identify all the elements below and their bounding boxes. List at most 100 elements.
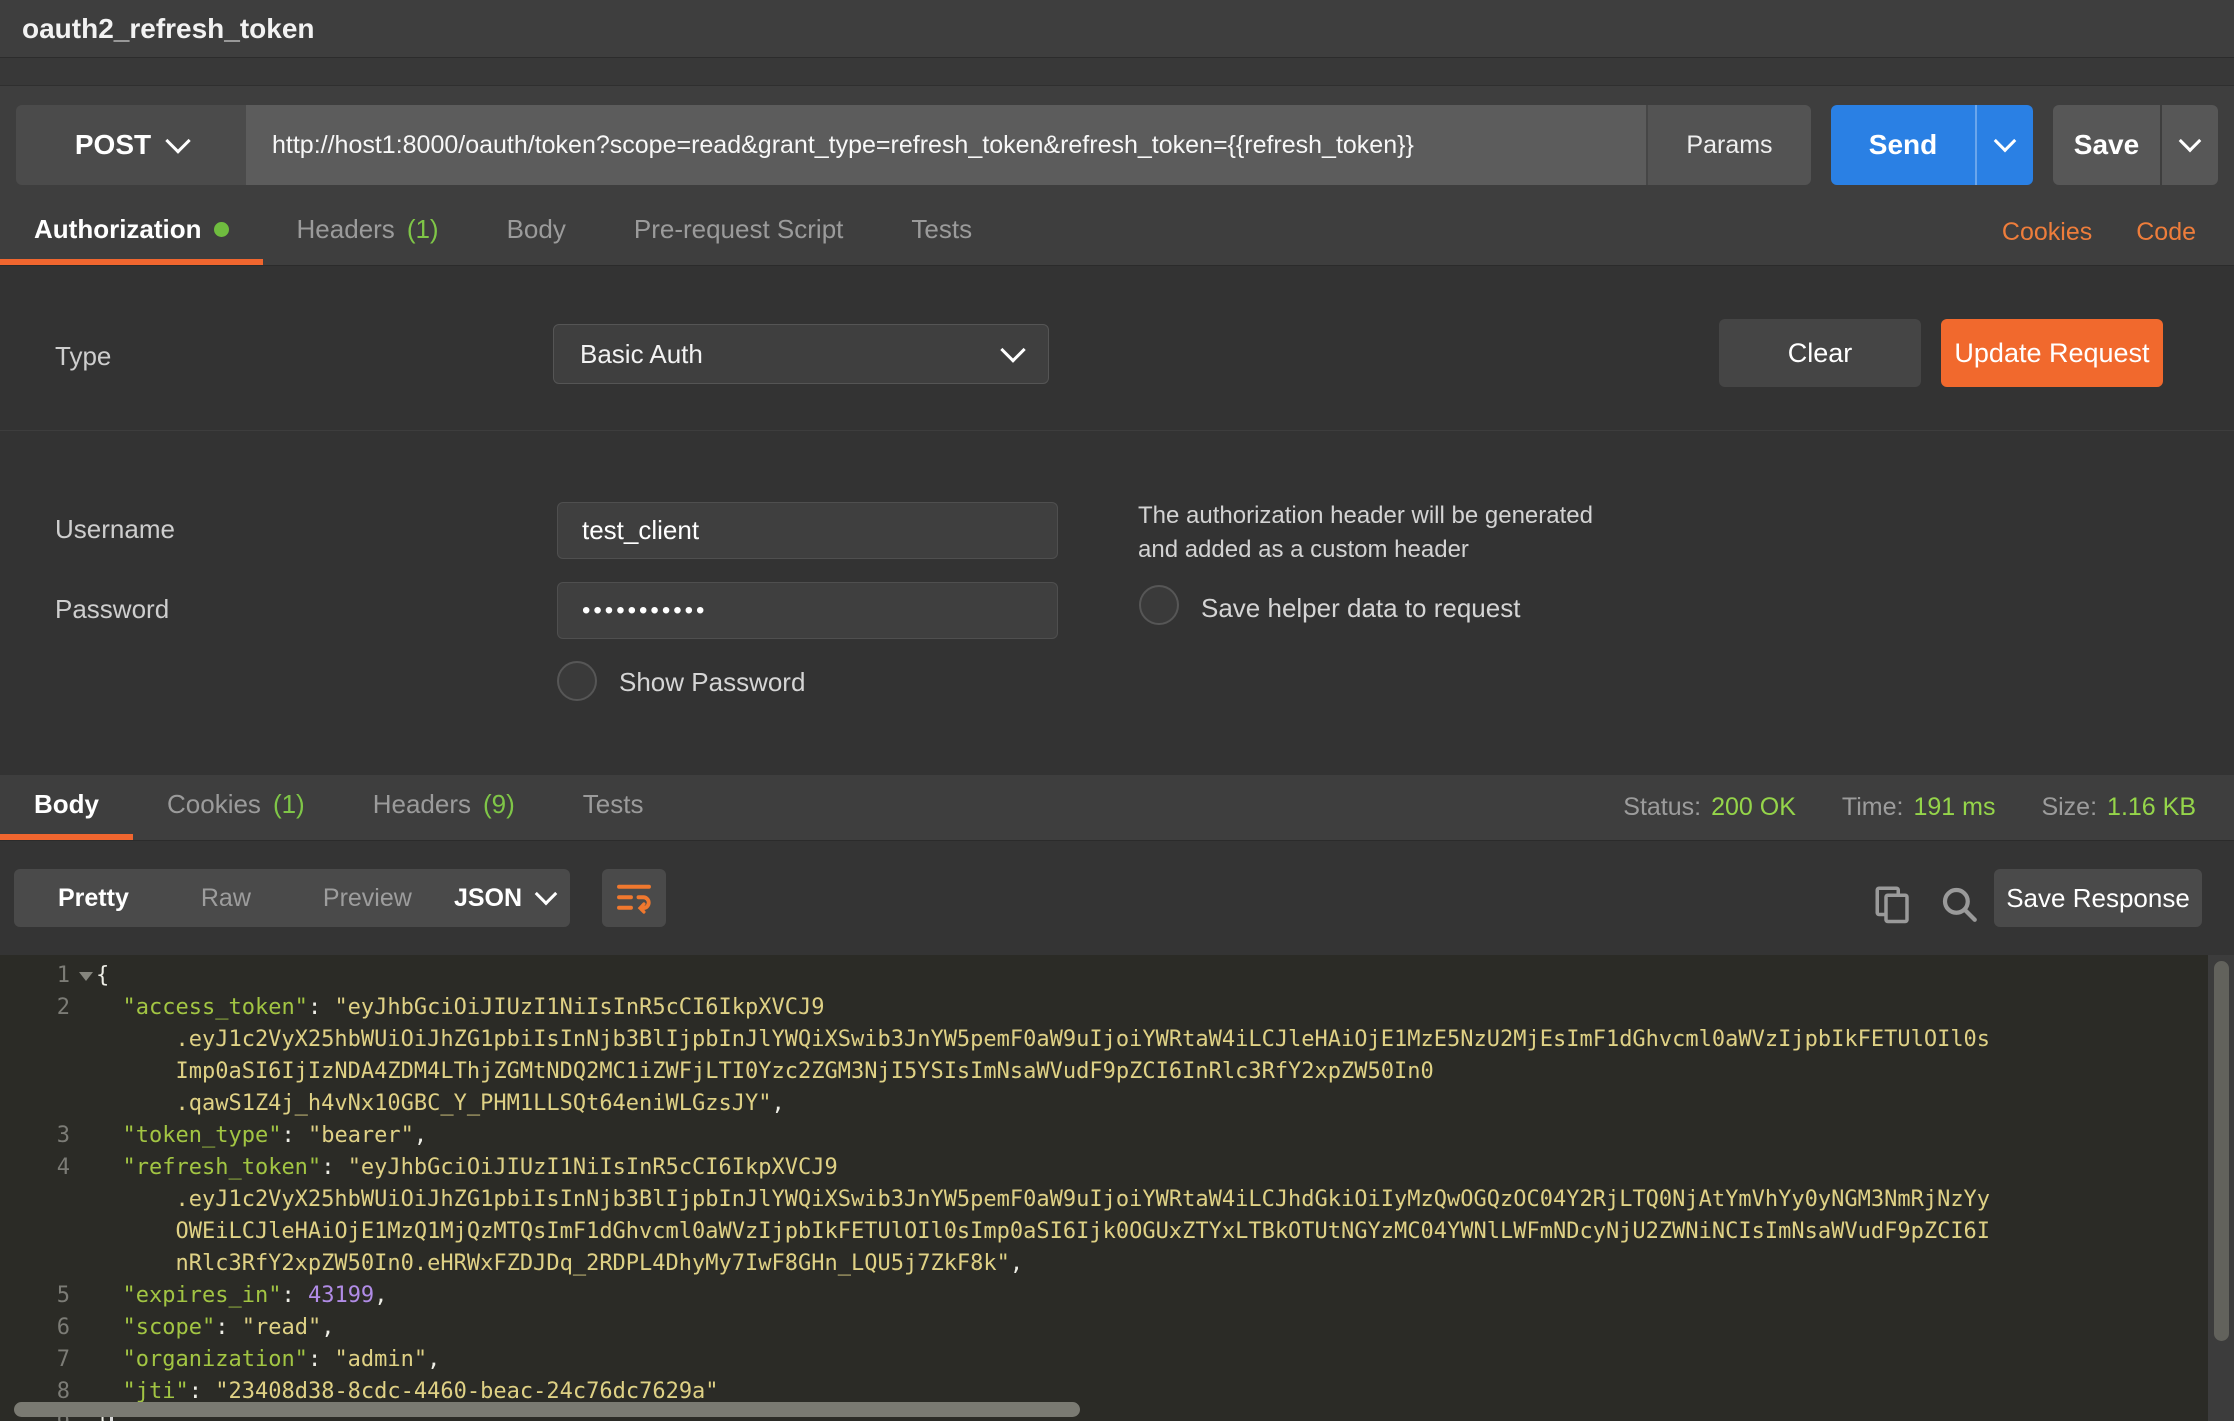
code-token: { xyxy=(96,963,109,988)
line-number: 7 xyxy=(0,1344,96,1376)
meta-label: Time: xyxy=(1842,793,1904,821)
meta-size: Size:1.16 KB xyxy=(2041,793,2196,822)
horizontal-scrollbar-thumb[interactable] xyxy=(14,1402,1080,1417)
chevron-down-icon xyxy=(2179,130,2202,153)
username-input[interactable] xyxy=(557,502,1058,559)
search-button[interactable] xyxy=(1938,883,1980,925)
code-token: "read" xyxy=(242,1315,321,1340)
active-dot-icon xyxy=(214,222,229,237)
code-text: "access_token": "eyJhbGciOiJIUzI1NiIsInR… xyxy=(96,992,825,1024)
tab-label: Body xyxy=(34,789,99,820)
tab-cookies[interactable]: Cookies(1) xyxy=(133,775,339,840)
fold-caret-icon[interactable] xyxy=(79,972,93,981)
auth-type-value: Basic Auth xyxy=(580,339,703,370)
code-line: OWEiLCJleHAiOjE1MzQ1MjQzMTQsImF1dGhvcml0… xyxy=(0,1216,2234,1248)
code-token: , xyxy=(414,1123,427,1148)
code-token: , xyxy=(1010,1251,1023,1276)
cookies-link[interactable]: Cookies xyxy=(2002,218,2092,247)
update-request-button[interactable]: Update Request xyxy=(1941,319,2163,387)
authorization-panel: Type Basic Auth Clear Update Request Use… xyxy=(0,266,2234,775)
view-mode-pretty[interactable]: Pretty xyxy=(22,869,165,927)
code-text: "organization": "admin", xyxy=(96,1344,440,1376)
tab-label: Tests xyxy=(583,789,644,820)
view-mode-raw[interactable]: Raw xyxy=(165,869,287,927)
code-text: .qawS1Z4j_h4vNx10GBC_Y_PHM1LLSQt64eniWLG… xyxy=(96,1088,785,1120)
save-helper-radio[interactable] xyxy=(1139,585,1179,625)
vertical-scrollbar-thumb[interactable] xyxy=(2214,961,2229,1341)
request-tabs-list: AuthorizationHeaders(1)BodyPre-request S… xyxy=(0,199,1006,265)
code-token: "23408d38-8cdc-4460-beac-24c76dc7629a" xyxy=(215,1379,718,1404)
tab-label: Tests xyxy=(911,214,972,245)
auth-helper-note: The authorization header will be generat… xyxy=(1138,499,1616,566)
tab-body[interactable]: Body xyxy=(0,775,133,840)
response-body-editor[interactable]: 1{2 "access_token": "eyJhbGciOiJIUzI1NiI… xyxy=(0,955,2234,1421)
line-number xyxy=(0,1056,96,1088)
method-dropdown[interactable]: POST xyxy=(16,105,246,185)
auth-type-select[interactable]: Basic Auth xyxy=(553,324,1049,384)
code-token: nRlc3RfY2xpZW50In0.eHRWxFZDJDq_2RDPL4Dhy… xyxy=(96,1251,1010,1276)
wrap-text-icon xyxy=(616,881,652,915)
copy-button[interactable] xyxy=(1872,883,1914,925)
code-line: 7 "organization": "admin", xyxy=(0,1344,2234,1376)
code-token: .qawS1Z4j_h4vNx10GBC_Y_PHM1LLSQt64eniWLG… xyxy=(96,1091,772,1116)
meta-label: Status: xyxy=(1623,793,1701,821)
send-options-button[interactable] xyxy=(1975,105,2033,185)
tab-body[interactable]: Body xyxy=(473,199,600,265)
save-options-button[interactable] xyxy=(2160,105,2218,185)
line-number xyxy=(0,1024,96,1056)
request-url-row: POST http://host1:8000/oauth/token?scope… xyxy=(0,86,2234,199)
code-token xyxy=(96,1283,123,1308)
password-input[interactable] xyxy=(557,582,1058,639)
show-password-label: Show Password xyxy=(619,667,805,698)
tab-tests[interactable]: Tests xyxy=(877,199,1006,265)
line-number: 5 xyxy=(0,1280,96,1312)
code-token xyxy=(96,995,123,1020)
code-token xyxy=(96,1347,123,1372)
code-token: : xyxy=(308,995,335,1020)
save-button[interactable]: Save xyxy=(2053,105,2160,185)
section-divider xyxy=(0,430,2234,431)
line-number xyxy=(0,1248,96,1280)
wrap-text-button[interactable] xyxy=(602,869,666,927)
code-token xyxy=(96,1123,123,1148)
view-mode-preview[interactable]: Preview xyxy=(287,869,448,927)
code-token: : xyxy=(189,1379,216,1404)
request-tabs: AuthorizationHeaders(1)BodyPre-request S… xyxy=(0,199,2234,266)
code-link[interactable]: Code xyxy=(2136,218,2196,247)
line-number xyxy=(0,1088,96,1120)
copy-icon xyxy=(1872,883,1914,925)
tab-label: Headers xyxy=(297,214,395,245)
params-button[interactable]: Params xyxy=(1646,105,1811,185)
code-lines: 1{2 "access_token": "eyJhbGciOiJIUzI1NiI… xyxy=(0,955,2234,1421)
code-line: 2 "access_token": "eyJhbGciOiJIUzI1NiIsI… xyxy=(0,992,2234,1024)
clear-button[interactable]: Clear xyxy=(1719,319,1921,387)
code-text: { xyxy=(96,960,109,992)
tab-headers[interactable]: Headers(9) xyxy=(339,775,549,840)
tab-pre-request-script[interactable]: Pre-request Script xyxy=(600,199,878,265)
code-token xyxy=(96,1155,123,1180)
search-icon xyxy=(1938,883,1980,925)
chevron-down-icon xyxy=(165,128,190,153)
send-button-group: Send xyxy=(1831,105,2033,185)
code-token: Imp0aSI6IjIzNDA4ZDM4LThjZGMtNDQ2MC1iZWFj… xyxy=(96,1059,1434,1084)
code-token: "bearer" xyxy=(308,1123,414,1148)
send-button[interactable]: Send xyxy=(1831,105,1975,185)
tab-tests[interactable]: Tests xyxy=(549,775,678,840)
show-password-radio[interactable] xyxy=(557,661,597,701)
url-input[interactable]: http://host1:8000/oauth/token?scope=read… xyxy=(246,105,1646,185)
tab-authorization[interactable]: Authorization xyxy=(0,199,263,265)
tab-headers[interactable]: Headers(1) xyxy=(263,199,473,265)
format-select[interactable]: JSON xyxy=(438,869,570,927)
code-token xyxy=(96,1315,123,1340)
username-label: Username xyxy=(55,514,175,545)
code-token: "expires_in" xyxy=(123,1283,282,1308)
line-number: 6 xyxy=(0,1312,96,1344)
code-token: .eyJ1c2VyX25hbWUiOiJhZG1pbiIsInNjb3BlIjp… xyxy=(96,1187,1990,1212)
code-token: "organization" xyxy=(123,1347,308,1372)
save-response-button[interactable]: Save Response xyxy=(1994,869,2202,927)
code-line: 1{ xyxy=(0,960,2234,992)
tab-count: (1) xyxy=(273,789,305,820)
code-line: 4 "refresh_token": "eyJhbGciOiJIUzI1NiIs… xyxy=(0,1152,2234,1184)
postman-window: { "window": { "title": "oauth2_refresh_t… xyxy=(0,0,2234,1416)
vertical-scrollbar[interactable] xyxy=(2208,955,2234,1421)
